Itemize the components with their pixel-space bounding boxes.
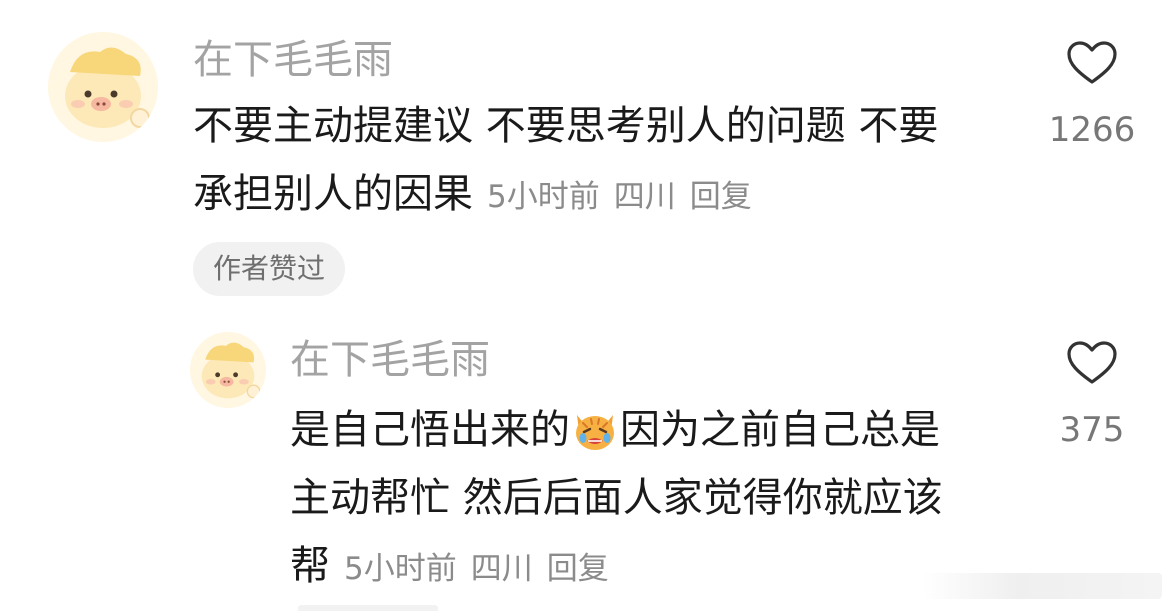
reply-button[interactable]: 回复 (547, 551, 609, 587)
comment-text: 不要主动提建议 不要思考别人的问题 不要 承担别人的因果 5小时前 四川 回复 (193, 92, 1013, 231)
comment-text-line: 是自己悟出来的 因为之前自己总是 (290, 396, 1010, 464)
comment-location: 四川 (470, 551, 533, 587)
watermark-strip (922, 573, 1162, 599)
comment-text-segment: 因为之前自己总是 (620, 407, 940, 453)
comment-text-line: 主动帮忙 然后后面人家觉得你就应该 (290, 475, 943, 521)
heart-icon (1067, 341, 1117, 384)
avatar[interactable] (190, 332, 266, 408)
comment-text-line: 不要主动提建议 不要思考别人的问题 不要 (193, 103, 939, 149)
heart-icon (1067, 41, 1117, 84)
crying-cat-emoji-icon (576, 415, 614, 450)
comment-meta: 5小时前 四川 回复 (487, 179, 766, 215)
comment-text-line-end: 承担别人的因果 (193, 171, 473, 217)
like-count: 375 (1059, 410, 1125, 450)
next-item-edge (298, 605, 438, 611)
cartoon-pig-avatar-icon (190, 332, 266, 408)
comment-meta: 5小时前 四川 回复 (344, 551, 623, 587)
comment-text-line-end: 帮 (290, 543, 330, 589)
comment-text-segment: 是自己悟出来的 (290, 407, 570, 453)
comment-time: 5小时前 (487, 179, 600, 215)
comment-2: 在下毛毛雨 是自己悟出来的 因为之前自己总是 主动帮忙 然后后面人家觉得你就应该… (0, 300, 1170, 611)
cartoon-pig-avatar-icon (48, 32, 158, 142)
avatar[interactable] (48, 32, 158, 142)
comment-1: 在下毛毛雨 不要主动提建议 不要思考别人的问题 不要 承担别人的因果 5小时前 四川… (0, 0, 1170, 300)
comment-text-line: 帮 5小时前 四川 回复 (290, 532, 1010, 603)
comment-time: 5小时前 (344, 551, 457, 587)
author-liked-badge: 作者赞过 (193, 242, 346, 296)
like-count: 1266 (1048, 110, 1136, 150)
comment-username[interactable]: 在下毛毛雨 (290, 340, 490, 380)
comment-location: 四川 (613, 179, 676, 215)
comment-text: 是自己悟出来的 因为之前自己总是 主动帮忙 然后后面人家觉得你就应该 帮 5小时前… (290, 396, 1010, 603)
like-button[interactable]: 1266 (1040, 40, 1144, 150)
like-button[interactable]: 375 (1040, 340, 1144, 450)
reply-button[interactable]: 回复 (690, 179, 752, 215)
comment-text-line: 承担别人的因果 5小时前 四川 回复 (193, 160, 1013, 231)
comment-username[interactable]: 在下毛毛雨 (193, 40, 393, 80)
